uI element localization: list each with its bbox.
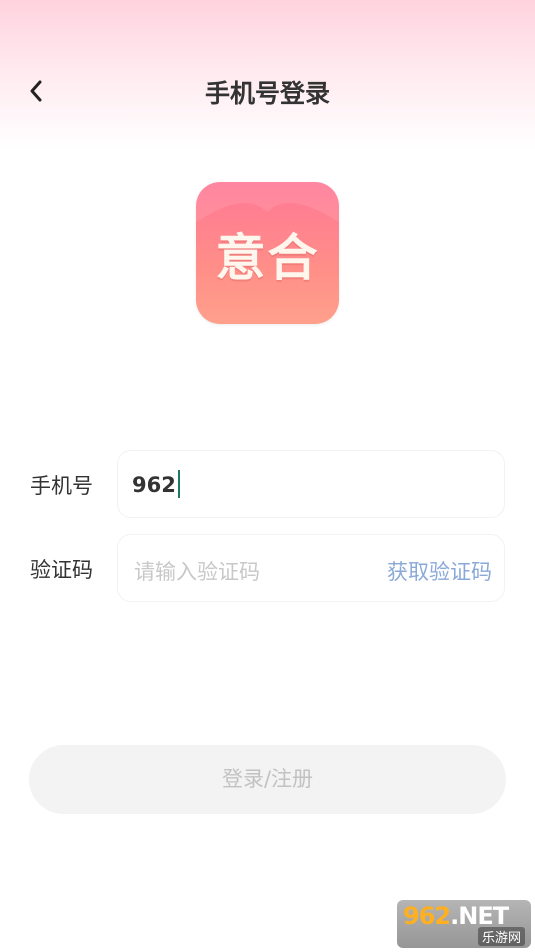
watermark-domain: .NET [450,902,509,930]
phone-input-text: 962 [132,473,176,497]
app-logo: 意合 [196,182,339,324]
login-register-button[interactable]: 登录/注册 [29,745,506,814]
site-watermark: 962.NET 乐游网 [397,900,531,948]
logo-text: 意合 [215,229,320,287]
verification-code-row: 验证码 请输入验证码 获取验证码 [0,534,535,602]
watermark-number: 962 [403,902,451,930]
phone-input-value: 962 [132,470,180,500]
page-title: 手机号登录 [204,79,330,108]
watermark-subtitle: 乐游网 [477,927,525,946]
phone-label: 手机号 [30,474,93,498]
get-verification-code-button[interactable]: 获取验证码 [387,556,492,586]
verification-code-input[interactable]: 请输入验证码 获取验证码 [117,534,505,602]
verification-code-label: 验证码 [30,558,93,582]
navigation-bar: 手机号登录 [0,62,535,120]
text-caret [177,470,180,498]
verification-code-placeholder: 请输入验证码 [134,560,260,584]
phone-row: 手机号 962 [0,450,535,518]
watermark-logo: 962.NET [403,902,509,930]
phone-input[interactable]: 962 [117,450,505,518]
